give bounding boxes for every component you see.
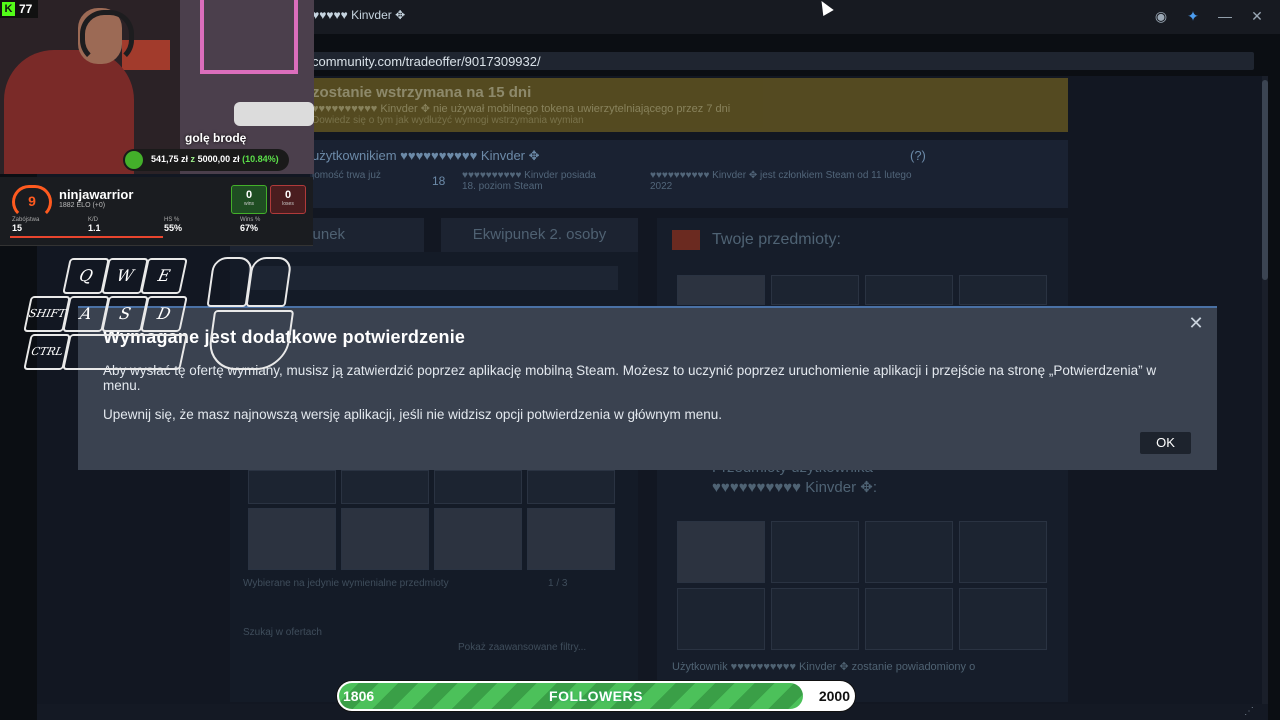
inventory-slot[interactable] [527,470,615,504]
key-d: D [140,296,188,332]
their-items-name: ♥♥♥♥♥♥♥♥♥♥ Kinvder ✥: [712,479,877,496]
faceit-level-icon: 9 [12,185,52,219]
hold-link[interactable]: Dowiedz się o tym jak wydłużyć wymogi ws… [312,115,584,126]
faceit-name: ninjawarrior [59,187,134,202]
your-items-title: Twoje przedmioty: [712,231,841,248]
followers-label: FOLLOWERS [549,688,643,704]
trade-hold-banner: zostanie wstrzymana na 15 dni ♥♥♥♥♥♥♥♥♥♥… [310,78,1068,132]
inventory-slot[interactable] [248,470,336,504]
winrate-value: 67% [240,223,259,233]
elo-progress-bar [10,236,163,238]
headphones [80,10,134,64]
streamer [4,50,134,174]
url-text: community.com/tradeoffer/9017309932/ [312,54,541,69]
wins-box: 0 wins [231,185,267,214]
their-item-slot[interactable] [677,588,765,650]
friendship-note: jomość trwa już [312,170,381,181]
losses-count: 0 [284,189,292,201]
hold-title: zostanie wstrzymana na 15 dni [312,84,532,101]
close-window-button[interactable]: ✕ [1246,6,1268,26]
avatar [672,230,700,250]
donation-goal: 541,75 zł z 5000,00 zł (10.84%) [123,149,289,171]
close-icon[interactable]: ✕ [1184,311,1208,335]
losses-box: 0 loses [270,185,306,214]
eye-icon[interactable]: ◉ [1150,6,1172,26]
inventory-slot[interactable] [341,470,429,504]
game-select[interactable] [248,266,618,290]
inventory-slot[interactable] [341,508,429,570]
key-e: E [140,258,188,294]
followers-goal: 2000 [818,688,850,704]
their-item-slot[interactable] [865,588,953,650]
partner-heading: użytkownikiem ♥♥♥♥♥♥♥♥♥♥ Kinvder ✥ [312,148,540,163]
money-raised: 541,75 zł [151,154,189,164]
partner-level: 18 [432,174,446,188]
pin-icon[interactable]: ✦ [1182,6,1204,26]
hold-text: ♥♥♥♥♥♥♥♥♥♥ Kinvder ✥ nie używał mobilneg… [312,103,731,115]
member-note: ♥♥♥♥♥♥♥♥♥♥ Kinvder ✥ jest członkiem Stea… [650,170,912,192]
your-item-slot[interactable] [865,275,953,305]
level-note: ♥♥♥♥♥♥♥♥♥♥ Kinvder posiada 18. poziom St… [462,170,596,192]
window-title: ♥♥♥♥♥♥ Kinvder ✥ [305,8,406,22]
your-item-slot[interactable] [677,275,765,305]
advanced-filters-link[interactable]: Pokaż zaawansowane filtry... [458,642,586,653]
wins-count: 0 [245,189,253,201]
money-sep: z [190,154,196,164]
inventory-slot[interactable] [527,508,615,570]
their-item-slot[interactable] [771,588,859,650]
ok-button[interactable]: OK [1140,432,1191,454]
inventory-slot[interactable] [434,470,522,504]
their-item-slot[interactable] [771,521,859,583]
your-item-slot[interactable] [771,275,859,305]
faceit-widget: 9 ninjawarrior 1882 ELO (+0) 0 wins 0 lose… [0,177,313,246]
inventory-slot[interactable] [434,508,522,570]
minimize-button[interactable]: — [1214,6,1236,26]
their-item-slot[interactable] [959,588,1047,650]
losses-label: loses [282,201,294,207]
kick-logo-icon: K [2,2,15,16]
url-bar[interactable]: community.com/tradeoffer/9017309932/ [300,52,1254,70]
their-item-slot[interactable] [677,521,765,583]
page-indicator: 1 / 3 [548,578,568,589]
viewer-badge: K 77 [0,0,38,18]
kd-value: 1.1 [88,223,101,233]
dialog-hint: Upewnij się, że masz najnowszą wersję ap… [103,407,723,422]
led-strip [200,0,298,74]
key-space [62,334,188,370]
challenge-label: golę brodę [185,131,247,145]
inventory-slot[interactable] [248,508,336,570]
mouse-right-button-icon [245,257,293,307]
followers-goal-bar: 1806 FOLLOWERS 2000 [336,680,856,712]
help-icon[interactable]: (?) [910,148,926,163]
resize-handle-icon[interactable]: ⋰ [1244,706,1254,717]
wins-label: wins [243,201,254,207]
your-item-slot[interactable] [959,275,1047,305]
hs-value: 55% [164,223,183,233]
viewer-count: 77 [19,2,33,16]
their-item-slot[interactable] [865,521,953,583]
faceit-elo: 1882 ELO (+0) [59,202,106,209]
money-goal: 5000,00 zł [197,154,240,164]
tab-their-inventory[interactable]: Ekwipunek 2. osoby [441,218,638,252]
their-item-slot[interactable] [959,521,1047,583]
mic-arm [234,102,314,126]
scrollbar-thumb[interactable] [1262,80,1268,280]
search-offers[interactable]: Szukaj w ofertach [243,627,322,638]
trade-partner-box: użytkownikiem ♥♥♥♥♥♥♥♥♥♥ Kinvder ✥ (?) j… [310,140,1068,208]
kills-value: 15 [12,223,23,233]
notify-note: Użytkownik ♥♥♥♥♥♥♥♥♥♥ Kinvder ✥ zostanie… [672,661,976,673]
money-icon [125,151,143,169]
page-scrollbar[interactable] [1262,76,1268,704]
money-percent: (10.84%) [242,154,279,164]
webcam-overlay [0,0,314,174]
filter-note: Wybierane na jedynie wymienialne przedmi… [243,578,449,589]
